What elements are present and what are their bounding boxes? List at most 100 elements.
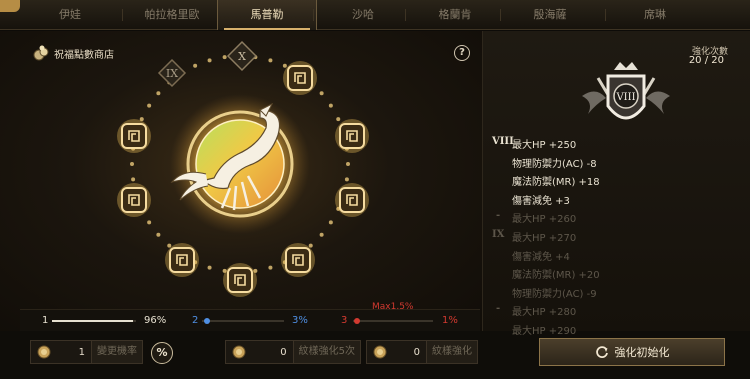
tier-2-bar (202, 318, 284, 324)
pattern-node-3[interactable] (335, 183, 369, 217)
ring-dot (167, 243, 172, 248)
enhance-slot[interactable]: 0 紋樣強化 (366, 340, 478, 364)
ring-dot (156, 232, 161, 237)
stat-tier-marker: VIII (492, 136, 514, 147)
enhance5-qty: 0 (280, 346, 287, 358)
stat-tier-marker: - (496, 303, 501, 315)
node-frame (339, 123, 365, 149)
corner-badge (0, 0, 20, 12)
rank-emblem-icon: VIII (582, 62, 670, 120)
tier-2-pct: 3% (292, 315, 308, 326)
tier-1-pct: 96% (144, 315, 167, 326)
ring-dot (346, 162, 350, 166)
blessing-shop-label: 祝福點數商店 (54, 49, 114, 61)
pattern-node-5[interactable] (223, 263, 257, 297)
node-frame (121, 187, 147, 213)
node-frame (169, 247, 195, 273)
coin-icon (373, 345, 387, 359)
ring-dot (207, 265, 212, 270)
tier-3-bar (353, 318, 433, 324)
tier-3-num: 3 (341, 315, 348, 326)
stat-line: 傷害減免 +3 (512, 195, 570, 207)
ring-dot (193, 63, 198, 68)
ring-dot (282, 63, 287, 68)
tab-shilen[interactable]: 席琳 (605, 0, 705, 30)
tab-gran-kain[interactable]: 格蘭肯 (405, 0, 505, 30)
coin-bag-icon (33, 45, 49, 61)
pattern-node-6[interactable] (165, 243, 199, 277)
enhance-qty: 0 (413, 346, 420, 358)
ring-dot (308, 243, 313, 248)
tab-eva[interactable]: 伊娃 (20, 0, 120, 30)
tab-einhasad[interactable]: 殷海薩 (500, 0, 600, 30)
stat-tier-marker: - (496, 210, 501, 222)
tab-paagrio[interactable]: 帕拉格里歐 (122, 0, 222, 30)
stat-line: 物理防禦力(AC) -9 (512, 288, 597, 300)
zodiac-ring: IX X (117, 40, 369, 297)
tab-bar: 伊娃 帕拉格里歐 馬普勒 沙哈 格蘭肯 殷海薩 席琳 (0, 0, 750, 30)
coin-icon (37, 345, 51, 359)
tier-3-dot (353, 318, 360, 324)
stat-line: 最大HP +260 (512, 214, 577, 226)
ring-dot (268, 265, 273, 270)
ring-dot (319, 232, 324, 237)
enhance-label: 紋樣強化 (426, 341, 477, 363)
enhance5-slot[interactable]: 0 紋樣強化5次 (225, 340, 361, 364)
ring-dot (207, 58, 212, 63)
ring-numeral-ix: IX (157, 58, 187, 88)
blessing-shop-link[interactable]: 祝福點數商店 (32, 44, 114, 62)
tier-2-num: 2 (192, 315, 199, 326)
change-prob-qty: 1 (78, 346, 85, 358)
pattern-node-7[interactable] (117, 183, 151, 217)
tier-1-bar (52, 320, 136, 322)
ring-dot (147, 220, 152, 225)
node-frame (227, 267, 253, 293)
ring-dot (319, 91, 324, 96)
tier-1-fill (52, 320, 133, 322)
stat-line: 最大HP +280 (512, 307, 577, 319)
node-frame (285, 247, 311, 273)
svg-text:VIII: VIII (615, 92, 635, 103)
tier-2-dot (204, 318, 211, 324)
tier-1-num: 1 (42, 315, 49, 326)
percent-button[interactable]: % (151, 342, 173, 364)
tier-3-pct: 1% (442, 315, 458, 326)
pattern-node-2[interactable] (335, 119, 369, 153)
stat-line: 魔法防禦(MR) +18 (512, 177, 600, 189)
ring-dot (328, 220, 333, 225)
tab-maphr[interactable]: 馬普勒 (217, 0, 317, 30)
stat-line: 最大HP +250 (512, 140, 577, 151)
reset-enhancement-button[interactable]: 強化初始化 (539, 338, 725, 366)
svg-text:X: X (238, 50, 246, 63)
stat-line: 最大HP +290 (512, 326, 577, 337)
reset-label: 強化初始化 (614, 346, 670, 359)
enhance-count: 20 / 20 (688, 55, 724, 66)
ring-dot (344, 177, 349, 182)
pattern-node-1[interactable] (283, 61, 317, 95)
pattern-node-8[interactable] (117, 119, 151, 153)
pattern-node-4[interactable] (281, 243, 315, 277)
enhance5-label: 紋樣強化5次 (292, 341, 360, 363)
ring-numeral-x: X (226, 40, 258, 72)
change-prob-label: 變更機率 (91, 341, 142, 363)
probability-row: 1 96% 2 3% 3 1% (20, 309, 480, 331)
ring-dot (131, 177, 136, 182)
ring-dot (147, 103, 152, 108)
refresh-icon (595, 346, 608, 358)
stat-line: 魔法防禦(MR) +20 (512, 270, 600, 282)
node-frame (339, 187, 365, 213)
node-frame (121, 123, 147, 149)
change-prob-slot[interactable]: 1 變更機率 (30, 340, 143, 364)
stat-tier-marker: IX (492, 229, 505, 240)
ring-dot (222, 55, 227, 60)
stat-line: 傷害減免 +4 (512, 251, 570, 263)
max-probability-note: Max1.5% (372, 302, 414, 312)
ring-dot (268, 58, 273, 63)
coin-icon (232, 345, 246, 359)
ring-dot (328, 103, 333, 108)
stat-line: 最大HP +270 (512, 233, 577, 244)
help-icon[interactable]: ? (454, 45, 470, 61)
ring-dot (156, 91, 161, 96)
tab-sayha[interactable]: 沙哈 (313, 0, 413, 30)
ring-dot (130, 162, 134, 166)
